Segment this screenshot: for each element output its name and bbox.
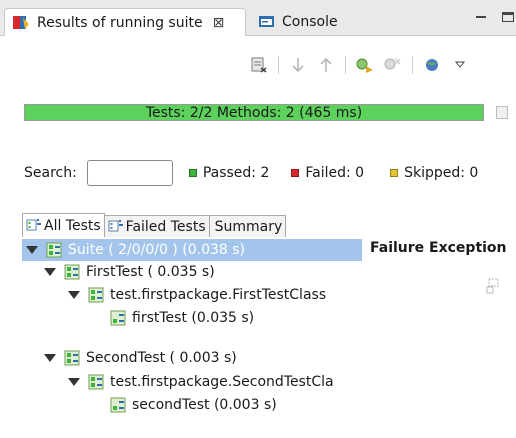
tree-label: FirstTest ( 0.035 s) (86, 264, 215, 280)
testng-icon (13, 15, 31, 31)
tab-all-tests-label: All Tests (44, 217, 101, 234)
search-input[interactable] (86, 160, 173, 186)
expand-triangle-icon[interactable] (44, 268, 56, 276)
test-progress-bar: Tests: 2/2 Methods: 2 (465 ms) (24, 104, 484, 121)
previous-failure-icon[interactable] (315, 55, 337, 75)
passed-label: Passed: 2 (202, 165, 270, 181)
maximize-icon[interactable] (502, 12, 514, 22)
tab-results[interactable]: Results of running suite ⊠ (4, 8, 246, 36)
tab-results-label: Results of running suite (37, 14, 203, 31)
toolbar-separator (345, 56, 346, 74)
tree-row-firsttest[interactable]: FirstTest ( 0.035 s) (44, 261, 215, 283)
expand-triangle-icon[interactable] (68, 291, 80, 299)
tab-summary[interactable]: Summary (208, 215, 287, 237)
method-icon (110, 397, 128, 413)
failed-label: Failed: 0 (305, 165, 365, 181)
console-icon (258, 14, 276, 30)
failed-count: Failed: 0 (291, 165, 364, 181)
tree-row-secondtest[interactable]: SecondTest ( 0.003 s) (44, 347, 237, 369)
close-icon[interactable]: ⊠ (213, 15, 225, 31)
view-menu-icon[interactable] (449, 55, 471, 75)
tree-row-secondtest-method[interactable]: secondTest (0.003 s) (110, 394, 277, 416)
expand-triangle-icon[interactable] (44, 354, 56, 362)
tab-console[interactable]: Console (258, 8, 338, 36)
tree-row-firsttest-method[interactable]: firstTest (0.035 s) (110, 307, 254, 329)
all-tests-icon (26, 218, 42, 234)
failed-tests-icon (108, 219, 124, 235)
tree-label: Suite ( 2/0/0/0 ) (0.038 s) (68, 242, 246, 258)
failure-exception-header: Failure Exception (370, 240, 507, 256)
tab-console-label: Console (282, 14, 338, 30)
expand-triangle-icon[interactable] (26, 246, 38, 254)
skipped-icon (390, 169, 399, 177)
tree-label: test.firstpackage.SecondTestCla (110, 374, 334, 390)
skipped-label: Skipped: 0 (404, 165, 479, 181)
test-icon (64, 350, 82, 366)
rerun-icon[interactable] (354, 55, 376, 75)
tab-failed-tests-label: Failed Tests (125, 218, 206, 235)
tree-row-firstclass[interactable]: test.firstpackage.FirstTestClass (68, 284, 326, 306)
toolbar-separator (412, 56, 413, 74)
view-toolbar (248, 54, 477, 76)
toolbar-separator (278, 56, 279, 74)
search-label: Search: (24, 165, 77, 181)
failed-icon (291, 169, 300, 177)
test-icon (64, 264, 82, 280)
results-subtabs: All Tests Failed Tests Summary (22, 213, 287, 237)
view-tab-bar: Results of running suite ⊠ Console (0, 0, 516, 36)
export-report-icon[interactable] (248, 55, 270, 75)
tab-failed-tests[interactable]: Failed Tests (103, 215, 210, 237)
stack-trace-icon[interactable] (486, 278, 500, 296)
class-icon (88, 374, 106, 390)
search-row: Search: Passed: 2 Failed: 0 Skipped: 0 (24, 160, 478, 186)
passed-count: Passed: 2 (188, 165, 270, 181)
skipped-count: Skipped: 0 (390, 165, 478, 181)
progress-text: Tests: 2/2 Methods: 2 (465 ms) (145, 104, 363, 121)
tree-label: test.firstpackage.FirstTestClass (110, 287, 327, 303)
progress-toggle-button[interactable] (496, 106, 508, 119)
tree-row-secondclass[interactable]: test.firstpackage.SecondTestCla (68, 371, 334, 393)
tree-label: secondTest (0.003 s) (132, 397, 277, 413)
minimize-icon[interactable] (476, 12, 486, 18)
tree-label: firstTest (0.035 s) (132, 310, 255, 326)
tree-label: SecondTest ( 0.003 s) (86, 350, 237, 366)
tab-summary-label: Summary (214, 218, 283, 235)
globe-icon[interactable] (421, 55, 443, 75)
tab-all-tests[interactable]: All Tests (22, 213, 105, 237)
suite-icon (46, 242, 64, 258)
expand-triangle-icon[interactable] (68, 378, 80, 386)
class-icon (88, 287, 106, 303)
passed-icon (188, 169, 197, 177)
next-failure-icon[interactable] (287, 55, 309, 75)
method-icon (110, 310, 128, 326)
tree-row-suite[interactable]: Suite ( 2/0/0/0 ) (0.038 s) (22, 239, 362, 261)
rerun-failed-icon[interactable] (382, 55, 404, 75)
